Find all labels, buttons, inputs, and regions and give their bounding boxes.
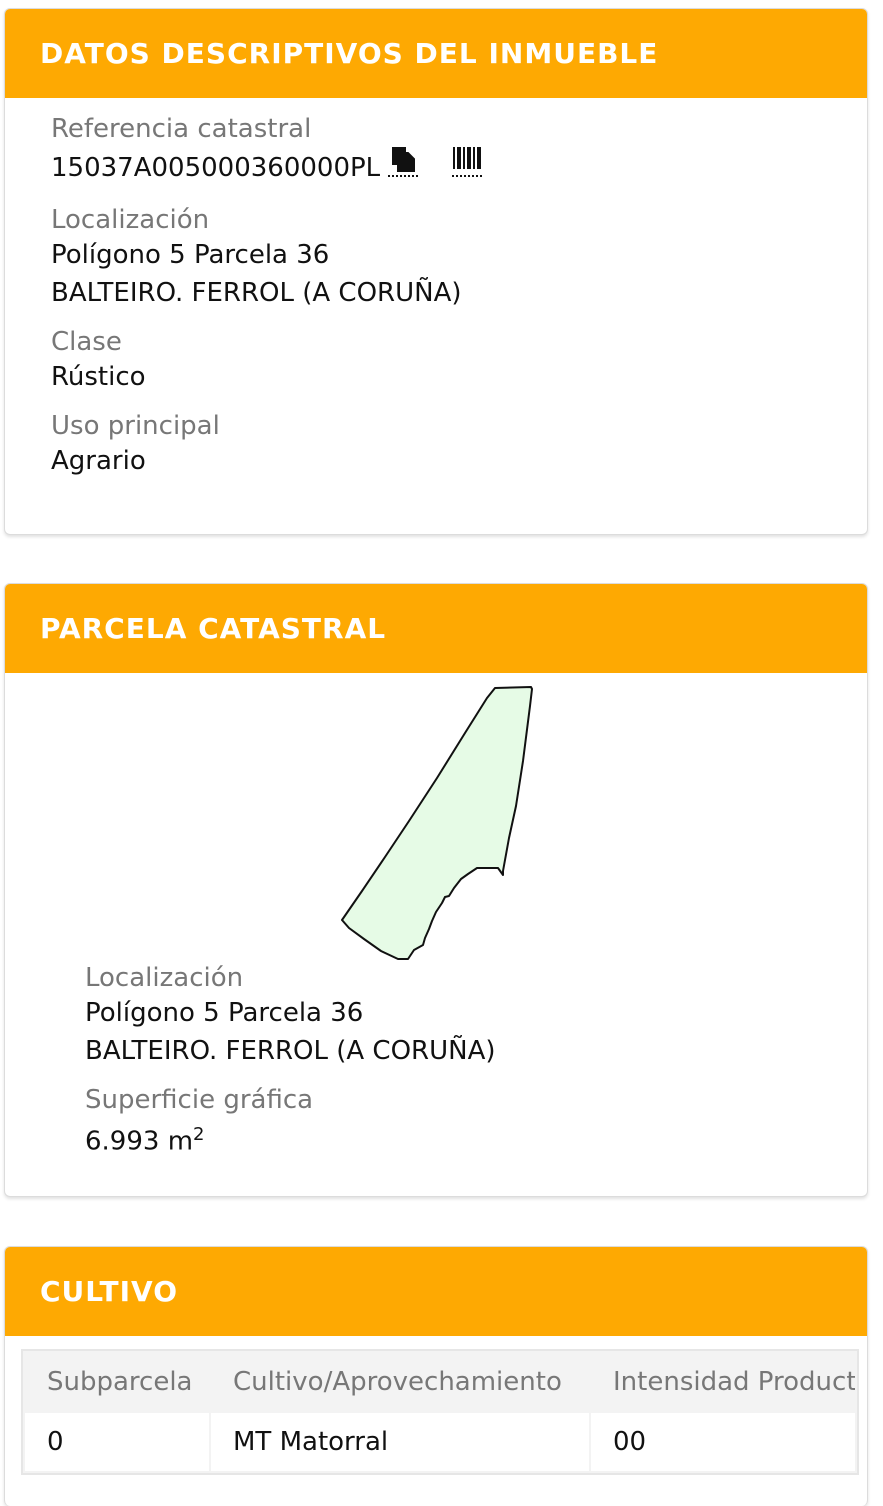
column-header: Cultivo/Aprovechamiento [211, 1353, 589, 1411]
parcela-panel-title: PARCELA CATASTRAL [5, 584, 867, 673]
parcela-localizacion-line1: Polígono 5 Parcela 36 [85, 998, 364, 1028]
superficie-value-row: 6.993 m2 [85, 1116, 496, 1161]
referencia-label: Referencia catastral [51, 114, 312, 144]
clase-label: Clase [51, 327, 122, 357]
clase-value: Rústico [51, 362, 146, 392]
parcel-shape [341, 686, 533, 960]
parcela-localizacion-line2: BALTEIRO. FERROL (A CORUÑA) [85, 1036, 496, 1066]
cultivo-panel: CULTIVO Subparcela Cultivo/Aprovechamien… [4, 1246, 868, 1506]
copy-icon[interactable] [386, 145, 420, 190]
superficie-label: Superficie gráfica [85, 1085, 314, 1115]
barcode-icon[interactable] [450, 145, 484, 190]
uso-value: Agrario [51, 446, 146, 476]
table-cell: MT Matorral [211, 1413, 589, 1471]
uso-label: Uso principal [51, 411, 220, 441]
datos-descriptivos-panel: DATOS DESCRIPTIVOS DEL INMUEBLE Referenc… [4, 8, 868, 535]
table-cell: 0 [25, 1413, 209, 1471]
localizacion-line1: Polígono 5 Parcela 36 [51, 240, 330, 270]
table-row: 0 MT Matorral 00 [25, 1413, 855, 1471]
datos-panel-title: DATOS DESCRIPTIVOS DEL INMUEBLE [5, 9, 867, 98]
datos-content: Referencia catastral 15037A005000360000P… [51, 113, 847, 480]
table-header-row: Subparcela Cultivo/Aprovechamiento Inten… [25, 1353, 855, 1411]
superficie-value: 6.993 m [85, 1126, 194, 1157]
localizacion-line2: BALTEIRO. FERROL (A CORUÑA) [51, 278, 462, 308]
referencia-row: 15037A005000360000PL [51, 145, 847, 190]
column-header: Intensidad Productiva [591, 1353, 855, 1411]
parcel-map-image[interactable] [5, 676, 868, 966]
parcela-info: Localización Polígono 5 Parcela 36 BALTE… [85, 962, 496, 1161]
table-cell: 00 [591, 1413, 855, 1471]
localizacion-label: Localización [51, 205, 210, 235]
parcela-catastral-panel: PARCELA CATASTRAL Localización Polígono … [4, 583, 868, 1197]
referencia-value: 15037A005000360000PL [51, 152, 381, 183]
superficie-exponent: 2 [193, 1124, 205, 1145]
parcela-localizacion-label: Localización [85, 963, 244, 993]
cultivo-panel-title: CULTIVO [5, 1247, 867, 1336]
column-header: Subparcela [25, 1353, 209, 1411]
cultivo-table: Subparcela Cultivo/Aprovechamiento Inten… [21, 1349, 859, 1475]
